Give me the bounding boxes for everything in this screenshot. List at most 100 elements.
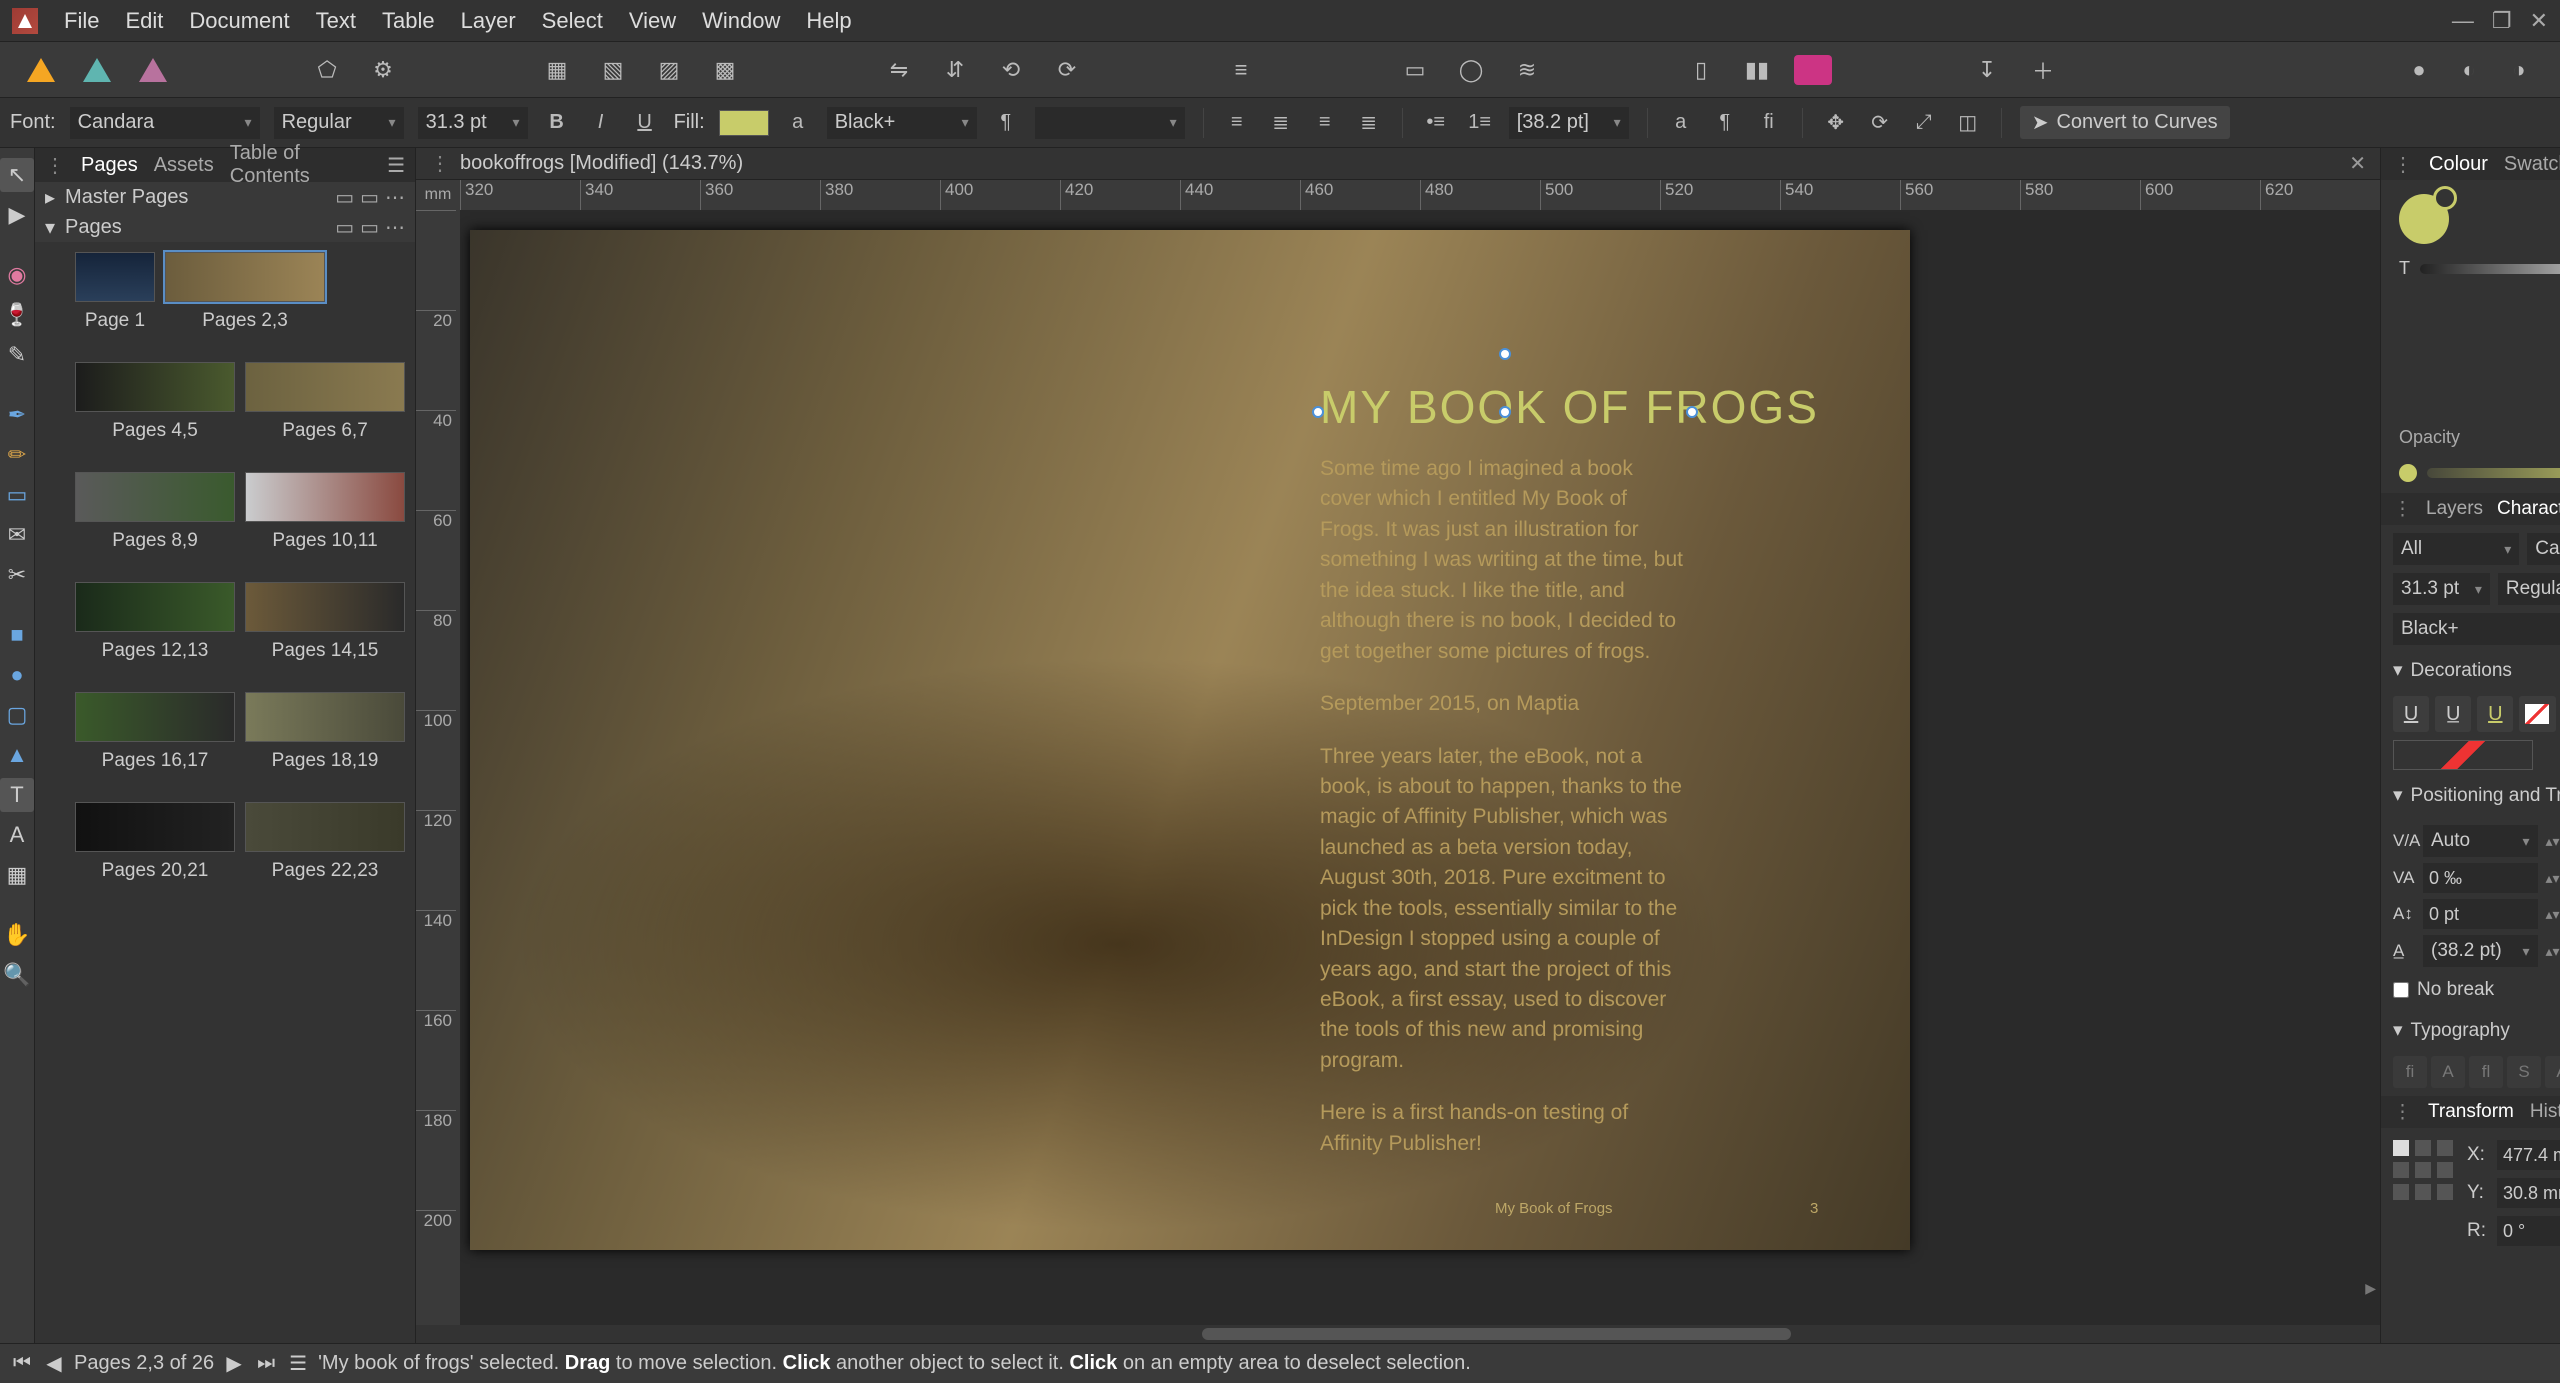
liga-s-button[interactable]: S — [2507, 1056, 2541, 1088]
underline-color-button[interactable]: U — [2477, 696, 2513, 732]
spin-icon[interactable]: ▴▾ — [2544, 871, 2560, 886]
underline-a-icon[interactable]: a — [783, 108, 813, 138]
paragraph-icon[interactable]: ¶ — [991, 108, 1021, 138]
pages-view1-icon[interactable]: ▭ — [335, 215, 354, 240]
rotate-ccw-icon[interactable]: ⟲ — [992, 51, 1030, 89]
canvas[interactable]: MY BOOK OF FROGS Some time ago I imagine… — [460, 210, 2380, 1325]
ruler-vertical[interactable]: 20 40 60 80 100 120 140 160 180 200 — [416, 210, 460, 1325]
master-view3-icon[interactable]: ⋯ — [385, 185, 405, 210]
page-thumb-20-21[interactable] — [75, 802, 235, 852]
pages-list[interactable]: Page 1 Pages 2,3 Pages 4,5 Pages 6,7 — [35, 242, 415, 1343]
tab-transform[interactable]: Transform — [2428, 1101, 2514, 1123]
baseline-input[interactable] — [2423, 899, 2538, 929]
persona-designer-icon[interactable] — [78, 51, 116, 89]
tracking-input[interactable] — [2423, 863, 2538, 893]
colour-well[interactable] — [2399, 194, 2449, 244]
sphere-3-icon[interactable]: ◑ — [2500, 51, 2538, 89]
font-size-select[interactable]: 31.3 pt▾ — [418, 107, 528, 139]
page-thumb-14-15[interactable] — [245, 582, 405, 632]
table-tool-icon[interactable]: ▦ — [0, 858, 34, 892]
window-minimize-icon[interactable]: — — [2452, 8, 2474, 34]
font-style-select[interactable]: Regular▾ — [274, 107, 404, 139]
sphere-2-icon[interactable]: ◐ — [2450, 51, 2488, 89]
underline-button-panel[interactable]: U — [2393, 696, 2429, 732]
move-icon[interactable]: ✥ — [1821, 108, 1851, 138]
expand-master-icon[interactable]: ▸ — [45, 185, 55, 210]
crop-tool-icon[interactable]: ✂ — [0, 558, 34, 592]
node-tool-icon[interactable]: ▶ — [0, 198, 34, 232]
liga-a-button[interactable]: A — [2431, 1056, 2465, 1088]
font-size-select-panel[interactable]: 31.3 pt▾ — [2393, 573, 2490, 605]
page-thumb-18-19[interactable] — [245, 692, 405, 742]
rotate-icon[interactable]: ⟳ — [1865, 108, 1895, 138]
first-page-icon[interactable]: ⏮ — [10, 1352, 34, 1375]
rotate-cw-icon[interactable]: ⟳ — [1048, 51, 1086, 89]
arrange-backward-icon[interactable]: ▨ — [650, 51, 688, 89]
next-page-icon[interactable]: ▶ — [222, 1351, 246, 1376]
master-pages-header[interactable]: ▸ Master Pages ▭ ▭ ⋯ — [35, 182, 415, 212]
panel-handle-icon[interactable]: ⋮ — [2393, 1101, 2412, 1124]
page-thumb-1[interactable] — [75, 252, 155, 302]
move-tool-icon[interactable]: ↖ — [0, 158, 34, 192]
number-list-icon[interactable]: 1≡ — [1465, 108, 1495, 138]
positioning-header[interactable]: ▾Positioning and Transform — [2393, 778, 2560, 813]
triangle-tool-icon[interactable]: ▲ — [0, 738, 34, 772]
menu-table[interactable]: Table — [382, 8, 435, 34]
arrange-back-icon[interactable]: ▩ — [706, 51, 744, 89]
typo-panel-icon[interactable]: fi — [1754, 108, 1784, 138]
kerning-input[interactable]: Auto▾ — [2423, 825, 2538, 857]
vector-crop-tool-icon[interactable]: ✉ — [0, 518, 34, 552]
art-text-tool-icon[interactable]: A — [0, 818, 34, 852]
scroll-right-icon[interactable]: ▶ — [2365, 1280, 2376, 1297]
snapping-button[interactable] — [1794, 51, 1832, 89]
pages-header[interactable]: ▾ Pages ▭ ▭ ⋯ — [35, 212, 415, 242]
no-underline-button[interactable] — [2519, 696, 2555, 732]
page-spread[interactable]: MY BOOK OF FROGS Some time ago I imagine… — [470, 230, 1910, 1250]
persona-photo-icon[interactable] — [134, 51, 172, 89]
double-underline-button[interactable]: U̲ — [2435, 696, 2471, 732]
menu-edit[interactable]: Edit — [125, 8, 163, 34]
selection-handle-icon[interactable] — [1686, 406, 1698, 418]
spin-icon[interactable]: ▴▾ — [2544, 834, 2560, 849]
leading-select[interactable]: [38.2 pt]▾ — [1509, 107, 1629, 139]
column-1-icon[interactable]: ▯ — [1682, 51, 1720, 89]
menu-select[interactable]: Select — [542, 8, 603, 34]
page-thumb-16-17[interactable] — [75, 692, 235, 742]
window-close-icon[interactable]: ✕ — [2530, 8, 2548, 34]
menu-layer[interactable]: Layer — [461, 8, 516, 34]
fill-swatch[interactable] — [719, 110, 769, 136]
paragraph-style-select[interactable]: ▾ — [1035, 107, 1185, 139]
flip-h-icon[interactable]: ⇋ — [880, 51, 918, 89]
color-wheel-tool-icon[interactable]: ◉ — [0, 258, 34, 292]
no-break-checkbox[interactable]: No break — [2393, 975, 2560, 1005]
align-justify-text-icon[interactable]: ≣ — [1354, 108, 1384, 138]
page-thumb-10-11[interactable] — [245, 472, 405, 522]
rectangle-tool-icon[interactable]: ■ — [0, 618, 34, 652]
ellipse-tool-icon[interactable]: ● — [0, 658, 34, 692]
picture-frame-tool-icon[interactable]: ▭ — [0, 478, 34, 512]
panel-menu-icon[interactable]: ☰ — [387, 153, 405, 178]
convert-to-curves-button[interactable]: ➤ Convert to Curves — [2020, 106, 2230, 139]
anchor-grid[interactable] — [2393, 1140, 2453, 1246]
page-thumb-8-9[interactable] — [75, 472, 235, 522]
font-style-select-panel[interactable]: Regular▾ — [2498, 573, 2560, 605]
master-view1-icon[interactable]: ▭ — [335, 185, 354, 210]
transform-icon[interactable]: ◫ — [1953, 108, 1983, 138]
menu-document[interactable]: Document — [189, 8, 289, 34]
insert-before-icon[interactable]: ↧ — [1968, 51, 2006, 89]
page-thumb-6-7[interactable] — [245, 362, 405, 412]
rounded-rect-tool-icon[interactable]: ▢ — [0, 698, 34, 732]
ruler-horizontal[interactable]: mm 320 340 360 380 400 420 440 460 480 5… — [416, 180, 2380, 210]
pan-tool-icon[interactable]: ✋ — [0, 918, 34, 952]
tab-pages[interactable]: Pages — [81, 154, 138, 177]
italic-button[interactable]: I — [586, 108, 616, 138]
sphere-1-icon[interactable]: ● — [2400, 51, 2438, 89]
selection-handle-icon[interactable] — [1499, 406, 1511, 418]
selection-handle-icon[interactable] — [1312, 406, 1324, 418]
doc-handle-icon[interactable]: ⋮ — [430, 151, 450, 176]
horizontal-scrollbar[interactable] — [416, 1325, 2380, 1343]
page-menu-icon[interactable]: ☰ — [286, 1351, 310, 1376]
link-icon[interactable]: ⚙ — [364, 51, 402, 89]
tab-assets[interactable]: Assets — [154, 154, 214, 177]
master-view2-icon[interactable]: ▭ — [360, 185, 379, 210]
